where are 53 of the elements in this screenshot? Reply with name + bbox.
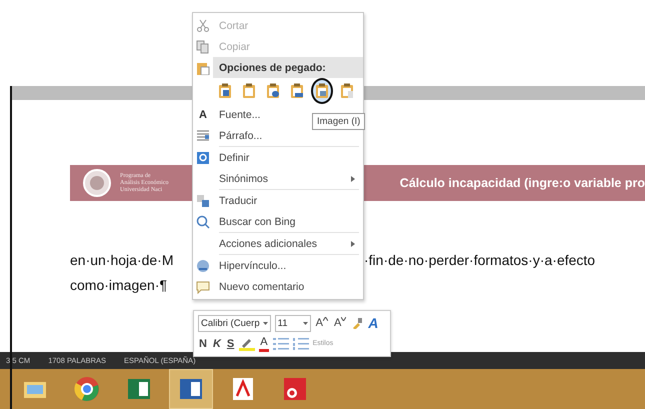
spreadsheet-icon (126, 376, 152, 402)
dropdown-caret-icon (302, 322, 308, 325)
browser-icon (74, 376, 100, 402)
menu-section-header: Opciones de pegado: (193, 57, 363, 78)
comment-icon (196, 280, 210, 294)
book-icon (196, 150, 210, 164)
clipboard-icon (242, 83, 256, 99)
dropdown-caret-icon (262, 322, 268, 325)
body-text: en·un·hoja·de·M (70, 252, 174, 268)
submenu-arrow-icon (351, 176, 355, 182)
menu-item[interactable]: Nuevo comentario (193, 276, 363, 297)
body-text: como·imagen·¶ (70, 276, 167, 292)
highlighter-icon[interactable] (239, 336, 256, 351)
menu-item[interactable]: Buscar con Bing (193, 211, 363, 232)
menu-item[interactable]: Acciones adicionales (193, 233, 363, 254)
scissors-icon (196, 18, 210, 32)
menu-item[interactable]: Hipervínculo... (193, 255, 363, 276)
header-title: Cálculo incapacidad (ingre:o variable pro (400, 176, 645, 190)
camera-icon (282, 376, 308, 402)
clipboard-icon (196, 60, 210, 74)
clipboard-icon (290, 83, 304, 99)
grow-font-button[interactable]: A (314, 316, 329, 330)
tooltip: Imagen (I) (312, 113, 366, 130)
caret-down-icon (341, 317, 346, 322)
clipboard-icon (266, 83, 280, 99)
clipboard-icon (315, 83, 329, 99)
format-button[interactable]: K (212, 336, 222, 351)
font-color-button[interactable]: A (259, 335, 269, 352)
body-text: ·fin·de·no·perder·formatos·y·a·efecto (364, 252, 596, 268)
clipboard-icon (340, 83, 354, 99)
clipboard-icon (218, 83, 232, 99)
copy-icon (196, 40, 210, 54)
taskbar-button[interactable] (170, 370, 212, 408)
paste-option[interactable] (311, 78, 333, 104)
globe-icon (196, 258, 210, 272)
shrink-font-button[interactable]: A (332, 316, 348, 330)
seal-icon (82, 168, 112, 198)
brush-icon[interactable] (351, 317, 364, 330)
translate-icon (196, 194, 210, 208)
paragraph-icon (196, 128, 210, 142)
search-icon (196, 214, 210, 228)
document-icon (178, 376, 204, 402)
pdf-icon (230, 376, 256, 402)
submenu-arrow-icon (351, 241, 355, 247)
caret-up-icon (322, 317, 328, 322)
menu-item[interactable]: Sinónimos (193, 168, 363, 189)
format-button[interactable]: N (198, 336, 208, 351)
format-button[interactable]: S (226, 336, 236, 351)
font-size-dropdown[interactable]: 11 (274, 314, 311, 332)
menu-item[interactable]: Definir (193, 147, 363, 168)
font-name-dropdown[interactable]: Calibri (Cuerp (198, 314, 271, 332)
menu-item[interactable]: Traducir (193, 190, 363, 211)
styles-button[interactable]: A (367, 316, 380, 330)
